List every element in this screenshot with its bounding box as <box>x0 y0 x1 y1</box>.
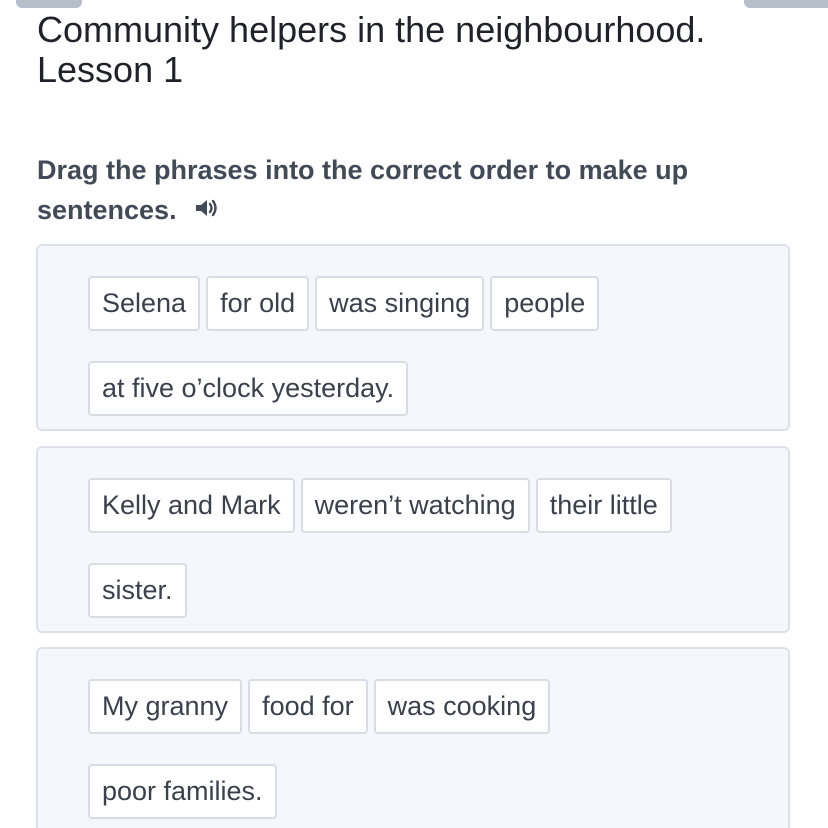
phrase-chip[interactable]: weren’t watching <box>300 478 530 533</box>
phrase-chip[interactable]: Kelly and Mark <box>88 478 295 533</box>
phrase-chip[interactable]: sister. <box>88 563 187 618</box>
lesson-title: Community helpers in the neighbourhood. … <box>37 10 797 90</box>
top-tab-right[interactable] <box>744 0 828 8</box>
phrase-chip[interactable]: was singing <box>315 276 485 331</box>
phrase-chip[interactable]: Selena <box>88 276 201 331</box>
task-instruction: Drag the phrases into the correct order … <box>37 150 777 230</box>
instruction-line2: sentences. <box>37 195 177 225</box>
phrase-list: Kelly and Mark weren’t watching their li… <box>88 478 748 618</box>
sentence-drop-zone-1[interactable]: Selena for old was singing people at fiv… <box>36 244 790 431</box>
phrase-chip[interactable]: at five o’clock yesterday. <box>88 361 409 416</box>
top-tab-left[interactable] <box>16 0 82 8</box>
lesson-title-line2: Lesson 1 <box>37 49 184 90</box>
phrase-chip[interactable]: food for <box>248 679 368 734</box>
phrase-list: Selena for old was singing people at fiv… <box>88 276 748 416</box>
phrase-chip[interactable]: their little <box>535 478 672 533</box>
sentence-drop-zone-2[interactable]: Kelly and Mark weren’t watching their li… <box>36 446 790 633</box>
phrase-chip[interactable]: poor families. <box>88 764 277 819</box>
speaker-icon[interactable] <box>194 190 220 230</box>
lesson-title-line1: Community helpers in the neighbourhood. <box>37 9 706 50</box>
sentence-drop-zone-3[interactable]: My granny food for was cooking poor fami… <box>36 647 790 828</box>
phrase-chip[interactable]: for old <box>206 276 310 331</box>
phrase-list: My granny food for was cooking poor fami… <box>88 679 748 819</box>
instruction-line1: Drag the phrases into the correct order … <box>37 155 689 185</box>
phrase-chip[interactable]: people <box>490 276 600 331</box>
phrase-chip[interactable]: My granny <box>88 679 243 734</box>
exercise-page: Community helpers in the neighbourhood. … <box>0 0 828 828</box>
phrase-chip[interactable]: was cooking <box>373 679 551 734</box>
